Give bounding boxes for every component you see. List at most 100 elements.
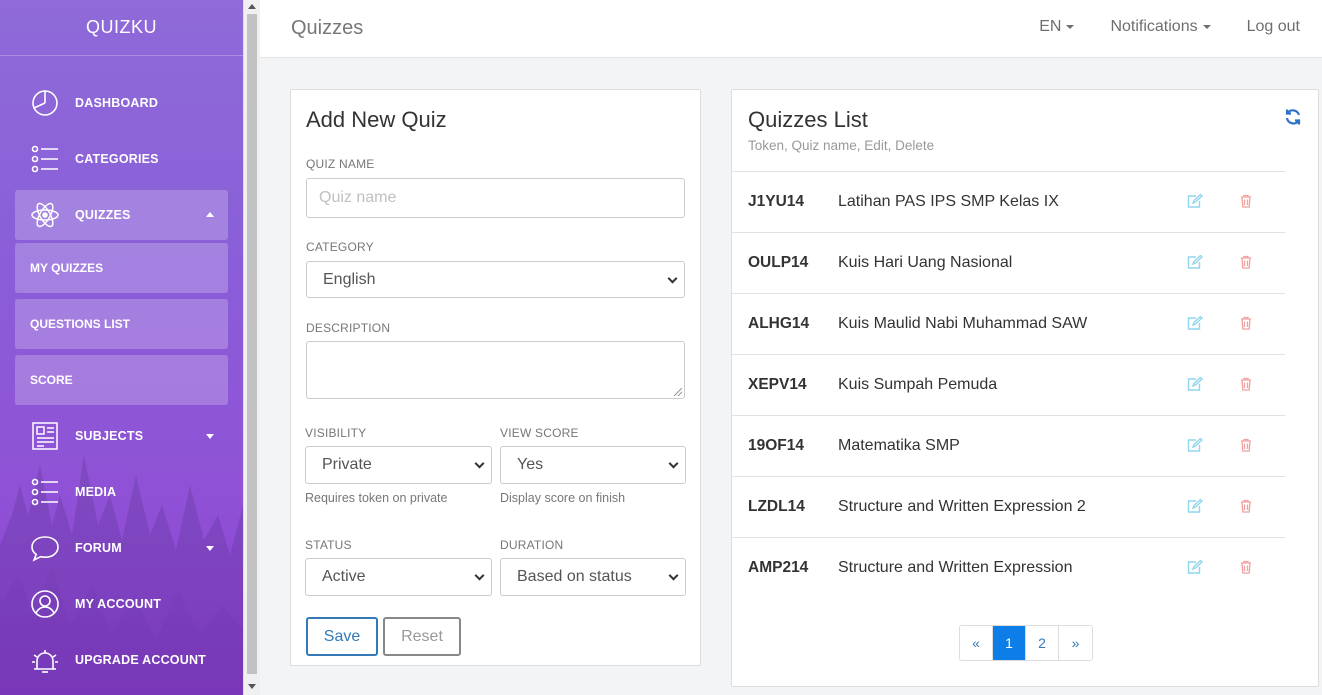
quizzes-list-subtitle: Token, Quiz name, Edit, Delete [748,138,935,153]
quiz-name-label: QUIZ NAME [306,157,375,171]
quiz-name[interactable]: Kuis Hari Uang Nasional [838,254,1012,272]
quiz-name[interactable]: Matematika SMP [838,437,960,455]
status-value: Active [322,568,366,585]
scrollbar-thumb[interactable] [247,14,257,674]
sidebar-scrollbar[interactable] [243,0,260,695]
quiz-name[interactable]: Latihan PAS IPS SMP Kelas IX [838,193,1059,211]
add-quiz-title: Add New Quiz [306,107,447,132]
top-navbar: Quizzes EN Notifications Log out [260,0,1322,58]
logout-label: Log out [1246,18,1300,35]
brand-logo[interactable]: QUIZKU [0,0,243,56]
trash-icon[interactable] [1240,255,1252,269]
quiz-token: J1YU14 [748,193,805,210]
sidebar-item-label: DASHBOARD [75,96,159,110]
trash-icon[interactable] [1240,499,1252,513]
top-menu: EN Notifications Log out [1003,18,1300,36]
table-row: J1YU14 Latihan PAS IPS SMP Kelas IX [732,171,1285,232]
language-label: EN [1039,18,1062,35]
sidebar-item-label: MY ACCOUNT [75,597,162,611]
quiz-name-input[interactable]: Quiz name [306,178,685,218]
sidebar-item-upgrade-account[interactable]: UPGRADE ACCOUNT [15,632,228,688]
trash-icon[interactable] [1240,377,1252,391]
trash-icon[interactable] [1240,438,1252,452]
duration-value: Based on status [517,568,632,585]
atom-icon [29,199,61,231]
scroll-up-arrow-icon[interactable] [248,4,256,9]
sidebar-subitem-questions-list[interactable]: QUESTIONS LIST [15,299,228,349]
logout-link[interactable]: Log out [1247,18,1300,36]
pagination-next[interactable]: » [1059,626,1092,660]
visibility-label: VISIBILITY [305,426,367,440]
chevron-down-icon [474,570,485,581]
pie-chart-icon [29,87,61,119]
pagination-page-2[interactable]: 2 [1026,626,1059,660]
chevron-down-icon [206,434,214,439]
view-score-select[interactable]: Yes [500,446,686,484]
notifications-dropdown[interactable]: Notifications [1110,18,1211,36]
scroll-down-arrow-icon[interactable] [248,684,256,689]
notifications-label: Notifications [1110,18,1198,35]
quiz-token: XEPV14 [748,376,807,393]
sidebar-item-quizzes[interactable]: QUIZZES [15,190,228,240]
sidebar-item-label: CATEGORIES [75,152,159,166]
table-row: OULP14 Kuis Hari Uang Nasional [732,232,1285,293]
visibility-help: Requires token on private [305,491,448,505]
view-score-label: VIEW SCORE [500,426,579,440]
edit-icon[interactable] [1187,560,1203,574]
edit-icon[interactable] [1187,377,1203,391]
category-value: English [323,270,376,288]
bell-icon [29,644,61,676]
edit-icon[interactable] [1187,499,1203,513]
table-row: XEPV14 Kuis Sumpah Pemuda [732,354,1285,415]
sidebar-item-forum[interactable]: FORUM [15,520,228,576]
chevron-down-icon [206,546,214,551]
table-row: AMP214 Structure and Written Expression [732,537,1285,598]
quizzes-list-title: Quizzes List [748,107,868,132]
quiz-name[interactable]: Kuis Sumpah Pemuda [838,376,997,394]
sidebar-item-subjects[interactable]: SUBJECTS [15,408,228,464]
language-dropdown[interactable]: EN [1039,18,1075,36]
save-button[interactable]: Save [306,617,378,656]
table-row: ALHG14 Kuis Maulid Nabi Muhammad SAW [732,293,1285,354]
quiz-token: 19OF14 [748,437,805,454]
visibility-select[interactable]: Private [305,446,492,484]
pagination-page-1[interactable]: 1 [993,626,1026,660]
trash-icon[interactable] [1240,560,1252,574]
edit-icon[interactable] [1187,194,1203,208]
quiz-name[interactable]: Structure and Written Expression 2 [838,498,1086,516]
sidebar-item-label: FORUM [75,541,122,555]
sidebar-item-media[interactable]: MEDIA [15,464,228,520]
sidebar-item-categories[interactable]: CATEGORIES [15,131,228,187]
quiz-name[interactable]: Structure and Written Expression [838,559,1072,577]
page-title: Quizzes [291,17,364,39]
visibility-value: Private [322,456,372,473]
resize-handle[interactable] [674,388,682,396]
category-select[interactable]: English [306,261,685,298]
chevron-up-icon [206,212,214,217]
caret-down-icon [1202,25,1211,29]
sidebar-subitem-score[interactable]: SCORE [15,355,228,405]
sidebar: QUIZKU DASHBOARD CATEGORIES QUIZZES MY Q… [0,0,243,695]
quiz-token: OULP14 [748,254,809,271]
status-label: STATUS [305,538,352,552]
sidebar-subitem-my-quizzes[interactable]: MY QUIZZES [15,243,228,293]
refresh-icon[interactable] [1284,108,1302,126]
duration-select[interactable]: Based on status [500,558,686,596]
quiz-name[interactable]: Kuis Maulid Nabi Muhammad SAW [838,315,1087,333]
sidebar-item-my-account[interactable]: MY ACCOUNT [15,576,228,632]
edit-icon[interactable] [1187,438,1203,452]
description-textarea[interactable] [306,341,685,399]
edit-icon[interactable] [1187,255,1203,269]
sidebar-item-dashboard[interactable]: DASHBOARD [15,75,228,131]
chevron-down-icon [668,570,679,581]
edit-icon[interactable] [1187,316,1203,330]
sidebar-item-label: SUBJECTS [75,429,144,443]
status-select[interactable]: Active [305,558,492,596]
trash-icon[interactable] [1240,316,1252,330]
pagination: « 1 2 » [959,625,1093,661]
table-row: LZDL14 Structure and Written Expression … [732,476,1285,537]
reset-button[interactable]: Reset [383,617,461,656]
trash-icon[interactable] [1240,194,1252,208]
pagination-prev[interactable]: « [960,626,993,660]
category-label: CATEGORY [306,240,374,254]
